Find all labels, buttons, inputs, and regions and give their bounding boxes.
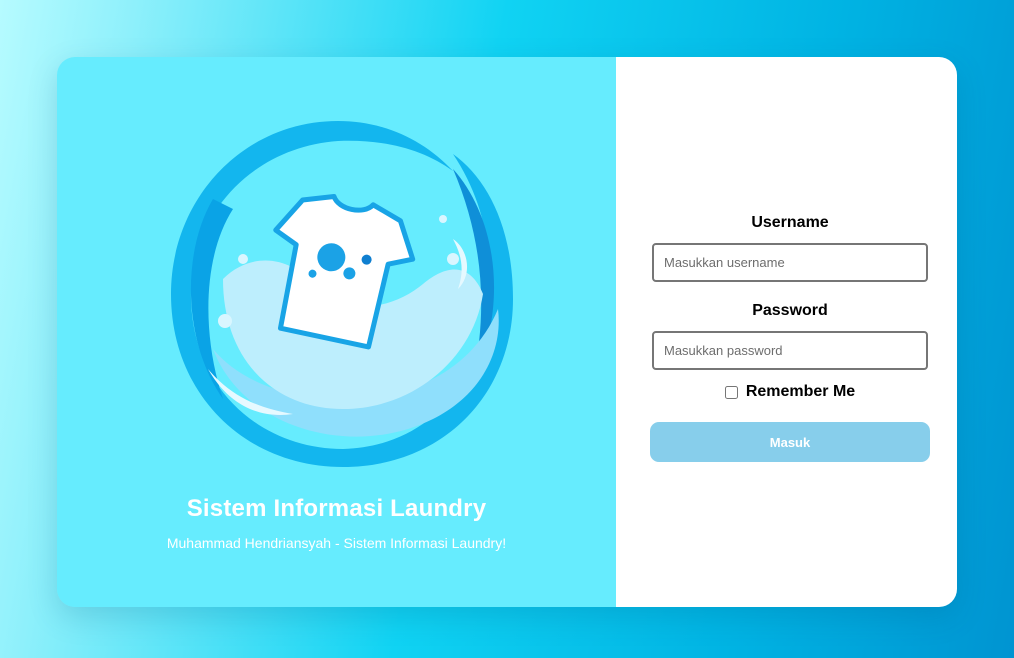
login-panel: Username Password Remember Me Masuk bbox=[616, 57, 957, 607]
brand-title: Sistem Informasi Laundry bbox=[186, 495, 487, 522]
remember-me-checkbox[interactable] bbox=[724, 385, 738, 399]
laundry-illustration bbox=[171, 121, 513, 467]
brand-subtitle: Muhammad Hendriansyah - Sistem Informasi… bbox=[166, 535, 507, 551]
remember-me-label[interactable]: Remember Me bbox=[746, 383, 855, 401]
login-button[interactable]: Masuk bbox=[650, 422, 930, 462]
remember-me-row: Remember Me bbox=[650, 383, 930, 401]
login-card: Sistem Informasi Laundry Muhammad Hendri… bbox=[57, 57, 957, 607]
username-input[interactable] bbox=[652, 243, 928, 282]
brand-panel: Sistem Informasi Laundry Muhammad Hendri… bbox=[57, 57, 616, 607]
username-label: Username bbox=[751, 214, 829, 231]
password-input[interactable] bbox=[652, 331, 928, 370]
password-label: Password bbox=[752, 302, 828, 319]
login-form: Username Password Remember Me Masuk bbox=[650, 213, 930, 462]
